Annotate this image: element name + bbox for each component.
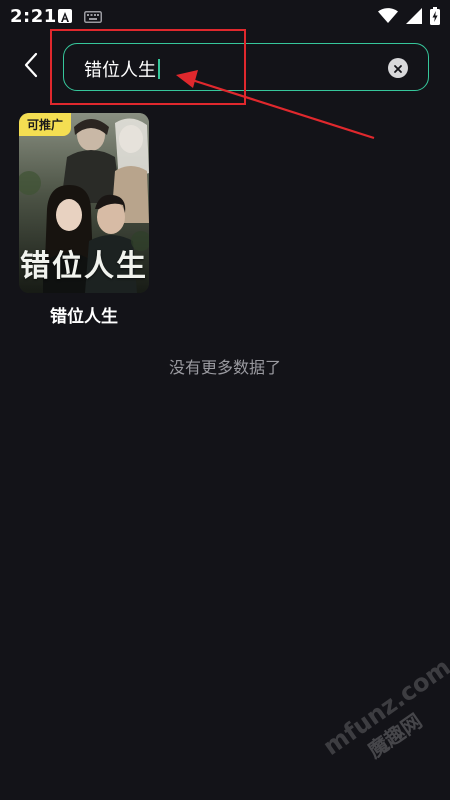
search-results-screen: 2:21 错位人生 可推广 错位人生 错位人生 没有更多数据了 魔趣网 mfun… (0, 0, 450, 800)
no-more-data-message: 没有更多数据了 (168, 358, 281, 377)
drama-poster[interactable]: 可推广 错位人生 (19, 113, 149, 293)
result-title[interactable]: 错位人生 (19, 302, 149, 327)
promotable-badge: 可推广 (19, 113, 72, 136)
result-card[interactable]: 可推广 错位人生 错位人生 (19, 113, 149, 327)
poster-title-text: 错位人生 (20, 249, 148, 284)
